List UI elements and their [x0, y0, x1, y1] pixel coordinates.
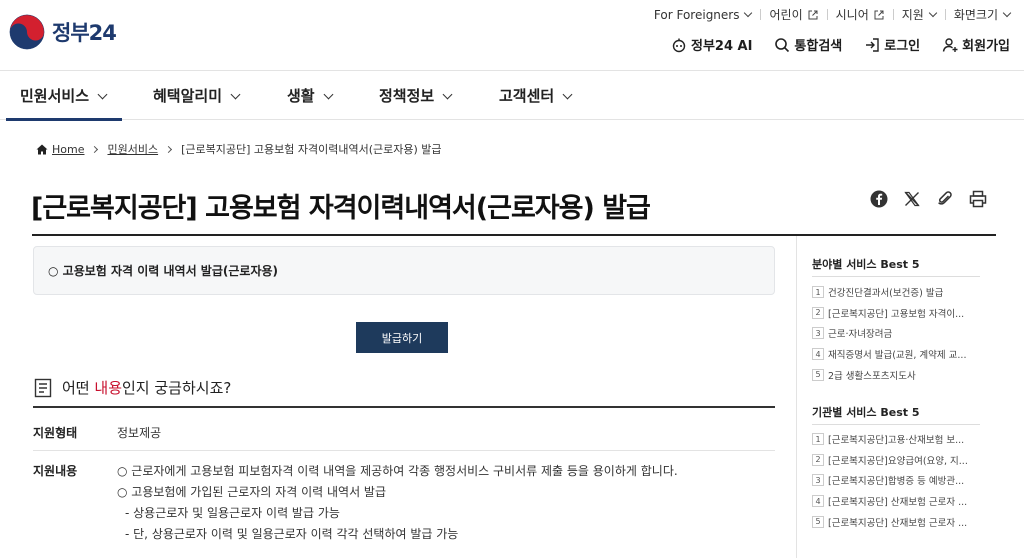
facebook-icon[interactable]	[869, 189, 889, 209]
nav-life[interactable]: 생활	[287, 71, 334, 120]
best-org-list: 1 [근로복지공단]고용·산재보험 보... 2 [근로복지공단]요양급여(요양, …	[812, 429, 980, 532]
util-senior[interactable]: 시니어	[826, 6, 893, 23]
util-foreigners[interactable]: For Foreigners	[645, 8, 761, 22]
sidebar-divider	[812, 424, 980, 425]
chevron-down-icon	[442, 89, 453, 99]
issue-button[interactable]: 발급하기	[356, 322, 448, 353]
sidebar-divider	[812, 276, 980, 277]
content-line: - 단, 상용근로자 이력 및 일용근로자 이력 각각 선택하여 발급 가능	[125, 527, 459, 541]
nav-civil-service[interactable]: 민원서비스	[5, 71, 123, 121]
logo-text: 정부24	[52, 21, 117, 45]
ai-robot-icon	[672, 38, 686, 52]
document-icon	[34, 378, 52, 397]
gov24-logo[interactable]: 정부24	[8, 13, 117, 51]
list-item[interactable]: 4 재직증명서 발급(교원, 계약제 교...	[812, 344, 980, 365]
section-title: 어떤 내용 인지 궁금하시죠?	[34, 377, 231, 398]
header: 정부24 For Foreigners 어린이 시니어 지원 화면크기 정부24…	[0, 0, 1024, 70]
nav-benefit-alert[interactable]: 혜택알리미	[153, 71, 241, 120]
nav-customer-center[interactable]: 고객센터	[499, 71, 573, 120]
user-add-icon	[942, 37, 958, 52]
taegeuk-logo-icon	[9, 14, 45, 50]
page-title: [근로복지공단] 고용보험 자격이력내역서(근로자용) 발급	[31, 193, 651, 224]
chevron-down-icon	[928, 8, 938, 18]
external-link-icon	[874, 10, 884, 19]
support-type-label: 지원형태	[33, 426, 78, 440]
chevron-down-icon	[323, 89, 334, 99]
chevron-right-icon	[91, 145, 99, 153]
nav-policy-info[interactable]: 정책정보	[379, 71, 453, 120]
util-support[interactable]: 지원	[892, 6, 945, 23]
external-link-icon	[808, 10, 818, 19]
best-org-title: 기관별 서비스 Best 5	[812, 406, 920, 419]
list-item[interactable]: 4 [근로복지공단] 산재보험 근로자 ...	[812, 491, 980, 512]
link-copy-icon[interactable]	[935, 189, 955, 209]
best-field-list: 1 건강진단결과서(보건증) 발급 2 [근로복지공단] 고용보험 자격이... 3…	[812, 282, 980, 385]
service-summary-box: ○ 고용보험 자격 이력 내역서 발급(근로자용)	[33, 246, 775, 295]
sidebar: 분야별 서비스 Best 5 1 건강진단결과서(보건증) 발급 2 [근로복지공단…	[796, 236, 996, 558]
chevron-down-icon	[230, 89, 241, 99]
list-item[interactable]: 3 [근로복지공단]합병증 등 예방관...	[812, 470, 980, 491]
support-content-row: 지원내용 ○ 근로자에게 고용보험 피보험자격 이력 내역을 제공하여 각종 행…	[33, 452, 775, 558]
main-utility: 정부24 AI 통합검색 로그인 회원가입	[649, 35, 1010, 54]
search-icon	[775, 37, 790, 52]
home-icon	[36, 144, 48, 154]
chevron-down-icon	[1002, 8, 1012, 18]
list-item[interactable]: 5 [근로복지공단] 산재보험 근로자 ...	[812, 511, 980, 532]
chevron-down-icon	[562, 89, 573, 99]
chevron-down-icon	[744, 8, 753, 18]
utility-menu: For Foreigners 어린이 시니어 지원 화면크기	[645, 6, 1012, 23]
support-type-row: 지원형태 정보제공	[33, 409, 775, 451]
content-line: - 상용근로자 및 일용근로자 이력 발급 가능	[125, 506, 340, 520]
print-icon[interactable]	[968, 189, 988, 209]
list-item[interactable]: 2 [근로복지공단] 고용보험 자격이...	[812, 303, 980, 324]
breadcrumb-current: [근로복지공단] 고용보험 자격이력내역서(근로자용) 발급	[181, 143, 442, 156]
support-content-label: 지원내용	[33, 464, 78, 478]
section-divider	[33, 406, 775, 408]
list-item[interactable]: 1 건강진단결과서(보건증) 발급	[812, 282, 980, 303]
util-children[interactable]: 어린이	[760, 6, 826, 23]
breadcrumb-home[interactable]: Home	[52, 143, 84, 156]
content-line: ○ 고용보험에 가입된 근로자의 자격 이력 내역서 발급	[117, 485, 387, 499]
list-item[interactable]: 2 [근로복지공단]요양급여(요양, 지...	[812, 450, 980, 471]
support-content-lines: ○ 근로자에게 고용보험 피보험자격 이력 내역을 제공하여 각종 행정서비스 …	[117, 461, 678, 545]
x-twitter-icon[interactable]	[902, 189, 922, 209]
chevron-right-icon	[165, 145, 173, 153]
chevron-down-icon	[97, 89, 108, 99]
support-type-value: 정보제공	[117, 426, 162, 440]
share-tools	[856, 189, 988, 209]
best-field-title: 분야별 서비스 Best 5	[812, 258, 920, 271]
signup-button[interactable]: 회원가입	[942, 35, 1010, 54]
breadcrumb-civil-service[interactable]: 민원서비스	[107, 141, 158, 157]
breadcrumb: Home 민원서비스 [근로복지공단] 고용보험 자격이력내역서(근로자용) 발…	[36, 141, 442, 157]
list-item[interactable]: 3 근로·자녀장려금	[812, 323, 980, 344]
util-screen-size[interactable]: 화면크기	[944, 6, 1012, 23]
list-item[interactable]: 5 2급 생활스포츠지도사	[812, 364, 980, 385]
login-button[interactable]: 로그인	[864, 35, 920, 54]
main-navigation: 민원서비스 혜택알리미 생활 정책정보 고객센터	[0, 70, 1024, 121]
integrated-search-button[interactable]: 통합검색	[774, 35, 842, 54]
list-item[interactable]: 1 [근로복지공단]고용·산재보험 보...	[812, 429, 980, 450]
login-icon	[866, 37, 879, 52]
content-line: ○ 근로자에게 고용보험 피보험자격 이력 내역을 제공하여 각종 행정서비스 …	[117, 464, 678, 478]
gov24-ai-button[interactable]: 정부24 AI	[671, 35, 752, 54]
